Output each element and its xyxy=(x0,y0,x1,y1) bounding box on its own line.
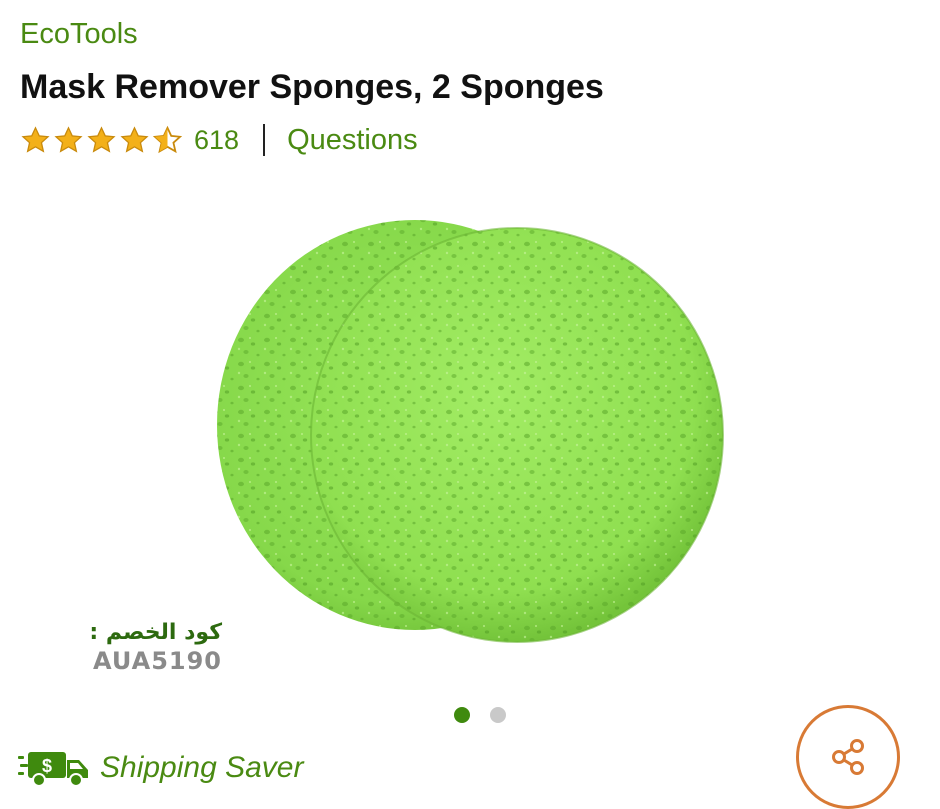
review-count-link[interactable]: 618 xyxy=(194,125,239,156)
gallery-pagination xyxy=(0,707,940,723)
product-title: Mask Remover Sponges, 2 Sponges xyxy=(20,68,604,106)
svg-text:$: $ xyxy=(42,756,52,776)
delivery-truck-icon: $ xyxy=(18,752,88,787)
rating-row: 618 Questions xyxy=(20,120,418,160)
divider xyxy=(263,124,266,156)
shipping-saver-badge: $ Shipping Saver xyxy=(18,748,303,788)
star-rating[interactable] xyxy=(20,125,183,156)
coupon-code: AUA5190 xyxy=(93,647,222,675)
star-full-icon xyxy=(21,125,50,153)
questions-link[interactable]: Questions xyxy=(287,124,418,157)
pagination-dot-active[interactable] xyxy=(454,707,470,723)
star-half-icon xyxy=(152,125,183,153)
star-full-icon xyxy=(87,125,116,153)
pagination-dot[interactable] xyxy=(490,707,506,723)
brand-link[interactable]: EcoTools xyxy=(20,18,138,51)
coupon-watermark: كود الخصم : AUA5190 xyxy=(72,620,222,675)
shipping-saver-label: Shipping Saver xyxy=(100,751,304,784)
product-image-sponges xyxy=(217,220,724,643)
coupon-label: كود الخصم : xyxy=(89,620,222,645)
share-button[interactable] xyxy=(796,705,900,809)
star-full-icon xyxy=(120,125,149,153)
share-icon xyxy=(832,739,864,775)
star-full-icon xyxy=(54,125,83,153)
